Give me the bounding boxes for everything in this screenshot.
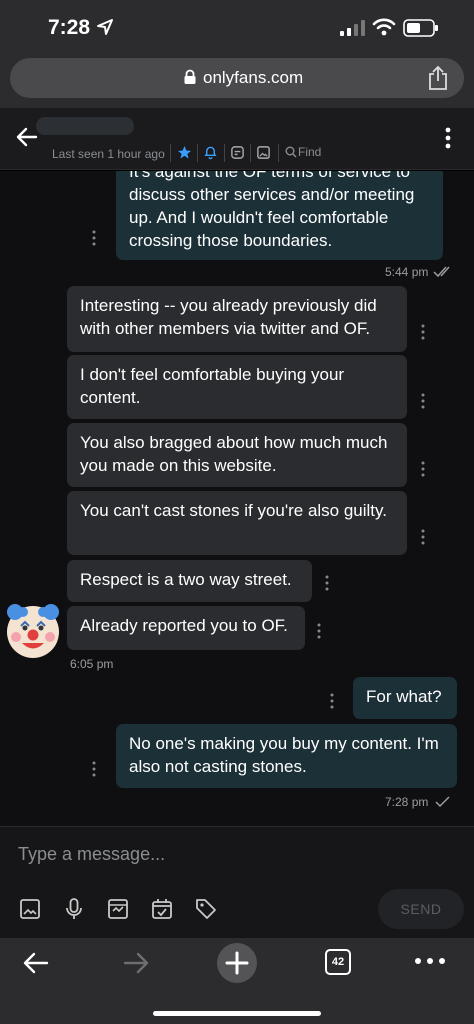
- clown-avatar-icon[interactable]: [3, 600, 63, 660]
- message-list[interactable]: It's against the OF terms of service to …: [0, 171, 474, 826]
- message-composer: Type a message... SEND: [0, 826, 474, 938]
- message-bubble-incoming[interactable]: Respect is a two way street.: [67, 560, 312, 602]
- message-options-icon[interactable]: [324, 575, 330, 591]
- message-input[interactable]: Type a message...: [18, 844, 165, 865]
- send-button[interactable]: SEND: [378, 889, 464, 929]
- message-bubble-incoming[interactable]: You also bragged about how much much you…: [67, 423, 407, 487]
- message-bubble-incoming[interactable]: You can't cast stones if you're also gui…: [67, 491, 407, 555]
- kebab-menu-icon[interactable]: [440, 126, 456, 150]
- message-bubble-incoming[interactable]: Interesting -- you already previously di…: [67, 286, 407, 352]
- header-divider: [197, 144, 198, 162]
- bell-icon[interactable]: [203, 145, 218, 160]
- tabs-button[interactable]: 42: [325, 949, 351, 975]
- message-timestamp: 7:28 pm: [385, 795, 429, 809]
- status-time: 7:28: [48, 16, 91, 39]
- double-check-icon: [433, 266, 450, 278]
- image-icon[interactable]: [256, 145, 271, 160]
- back-arrow-icon[interactable]: [22, 950, 50, 976]
- message-bubble-incoming[interactable]: Already reported you to OF.: [67, 606, 305, 650]
- header-divider: [170, 144, 171, 162]
- chat-header: Last seen 1 hour ago Find: [0, 108, 474, 170]
- image-icon[interactable]: [18, 897, 42, 921]
- message-options-icon[interactable]: [91, 230, 97, 246]
- message-bubble-outgoing[interactable]: No one's making you buy my content. I'm …: [116, 724, 457, 788]
- wifi-icon: [372, 18, 396, 36]
- battery-icon: [403, 19, 438, 37]
- price-tag-icon[interactable]: [194, 897, 218, 921]
- message-options-icon[interactable]: [420, 393, 426, 409]
- find-label: Find: [298, 145, 322, 159]
- message-options-icon[interactable]: [316, 623, 322, 639]
- home-indicator: [153, 1011, 321, 1016]
- browser-address-area: onlyfans.com: [0, 56, 474, 108]
- cellular-signal-icon: [340, 20, 365, 36]
- message-options-icon[interactable]: [420, 529, 426, 545]
- star-icon[interactable]: [177, 145, 192, 160]
- message-bubble-outgoing[interactable]: It's against the OF terms of service to …: [116, 171, 443, 260]
- message-options-icon[interactable]: [91, 761, 97, 777]
- more-icon[interactable]: [414, 956, 446, 966]
- search-icon: [285, 146, 297, 158]
- message-timestamp: 5:44 pm: [385, 265, 429, 279]
- redacted-username[interactable]: [36, 117, 134, 135]
- message-bubble-outgoing[interactable]: For what?: [353, 677, 457, 719]
- vault-icon[interactable]: [106, 897, 130, 921]
- share-icon[interactable]: [427, 65, 449, 91]
- status-bar: 7:28: [0, 0, 474, 56]
- url-text: onlyfans.com: [203, 68, 304, 87]
- header-divider: [278, 144, 279, 162]
- last-seen-status: Last seen 1 hour ago: [52, 147, 165, 161]
- plus-icon: [225, 951, 249, 975]
- address-bar[interactable]: onlyfans.com: [10, 58, 464, 98]
- chat-note-icon[interactable]: [230, 145, 245, 160]
- message-options-icon[interactable]: [420, 461, 426, 477]
- lock-icon: [184, 69, 196, 84]
- forward-arrow-icon[interactable]: [122, 950, 150, 976]
- message-options-icon[interactable]: [329, 693, 335, 709]
- new-tab-button[interactable]: [217, 943, 257, 983]
- browser-toolbar: 42: [0, 938, 474, 1024]
- header-divider: [224, 144, 225, 162]
- message-timestamp: 6:05 pm: [70, 657, 114, 671]
- check-icon: [435, 796, 450, 808]
- message-bubble-incoming[interactable]: I don't feel comfortable buying your con…: [67, 355, 407, 419]
- calendar-check-icon[interactable]: [150, 897, 174, 921]
- header-divider: [250, 144, 251, 162]
- message-options-icon[interactable]: [420, 324, 426, 340]
- location-arrow-icon: [97, 19, 113, 35]
- microphone-icon[interactable]: [62, 897, 86, 921]
